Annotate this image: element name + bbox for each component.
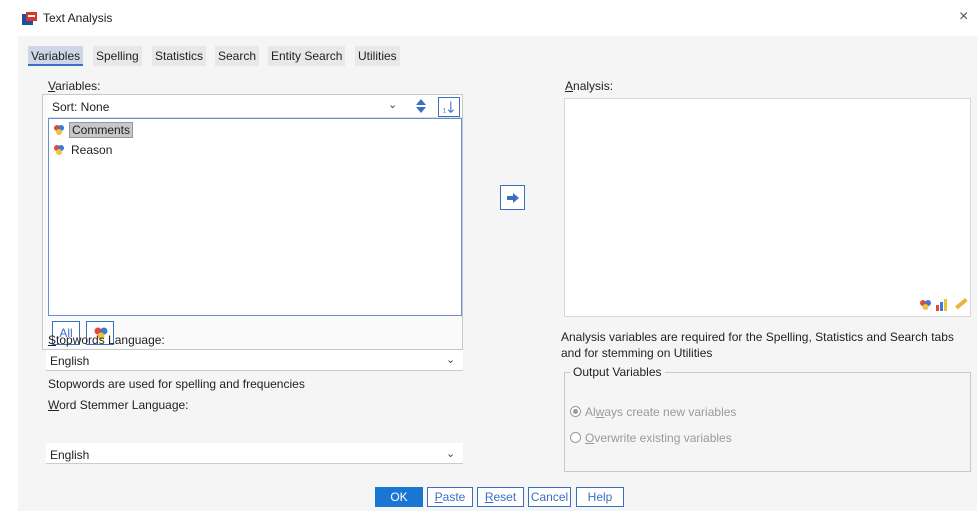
tab-entity-search[interactable]: Entity Search (268, 46, 346, 66)
nominal-string-variable-icon (54, 145, 64, 155)
reset-button[interactable]: Reset (477, 487, 524, 507)
window-title: Text Analysis (43, 11, 113, 25)
move-to-analysis-button[interactable] (500, 185, 525, 210)
sort-label: Sort: None (52, 100, 110, 114)
tab-search[interactable]: Search (215, 46, 260, 66)
always-create-new-variables-radio[interactable]: Always create new variables (570, 405, 770, 419)
help-button[interactable]: Help (576, 487, 624, 507)
radio-checked-icon (570, 406, 581, 417)
chevron-down-icon[interactable]: ⌄ (388, 98, 397, 111)
analysis-heading: Analysis: (565, 79, 614, 93)
radio-label: Always create new variables (585, 405, 737, 419)
radio-label: Overwrite existing variables (585, 431, 732, 445)
text-analysis-app-icon (22, 12, 37, 25)
ruler-icon (955, 297, 968, 310)
tab-statistics[interactable]: Statistics (152, 46, 207, 66)
stopwords-note: Stopwords are used for spelling and freq… (48, 377, 305, 391)
variables-icon (920, 300, 931, 310)
word-stemmer-language-value: English (50, 448, 90, 462)
analysis-note: Analysis variables are required for the … (561, 329, 971, 361)
output-variables-group (564, 372, 971, 472)
list-item[interactable]: Comments (52, 122, 134, 138)
sort-order-icon[interactable]: 1 (438, 97, 460, 117)
word-stemmer-language-heading: Word Stemmer Language: (48, 398, 189, 412)
analysis-note-line1: Analysis variables are required for the … (561, 330, 954, 344)
radio-unchecked-icon (570, 432, 581, 443)
tab-variables[interactable]: Variables (28, 46, 84, 66)
ok-button[interactable]: OK (375, 487, 423, 507)
sort-dropdown[interactable] (48, 95, 462, 118)
stopwords-language-value: English (50, 354, 90, 368)
stopwords-language-select[interactable] (46, 350, 463, 371)
paste-button[interactable]: Paste (427, 487, 473, 507)
tab-utilities[interactable]: Utilities (355, 46, 400, 66)
close-icon[interactable]: × (959, 8, 968, 26)
variables-heading: Variables: (48, 79, 101, 93)
arrow-right-icon (507, 193, 519, 203)
analysis-note-line2: and for stemming on Utilities (561, 346, 713, 360)
variable-label: Comments (69, 122, 134, 138)
list-item[interactable]: Reason (52, 142, 122, 158)
bar-chart-icon (936, 299, 947, 311)
variable-label: Reason (71, 143, 113, 157)
output-variables-legend: Output Variables (570, 365, 665, 379)
analysis-toolbar (920, 297, 968, 311)
chevron-down-icon[interactable]: ⌄ (446, 447, 455, 460)
cancel-button[interactable]: Cancel (528, 487, 571, 507)
nominal-string-variable-icon (54, 125, 64, 135)
overwrite-existing-variables-radio[interactable]: Overwrite existing variables (570, 431, 770, 445)
sort-ascending-descending-icon[interactable] (412, 96, 430, 116)
chevron-down-icon[interactable]: ⌄ (446, 353, 455, 366)
stopwords-language-heading: Stopwords Language: (48, 333, 165, 347)
word-stemmer-language-select[interactable] (46, 443, 463, 464)
title-bar (0, 0, 977, 36)
analysis-listbox[interactable] (564, 98, 971, 317)
tab-spelling[interactable]: Spelling (93, 46, 142, 66)
svg-text:1: 1 (443, 107, 447, 114)
